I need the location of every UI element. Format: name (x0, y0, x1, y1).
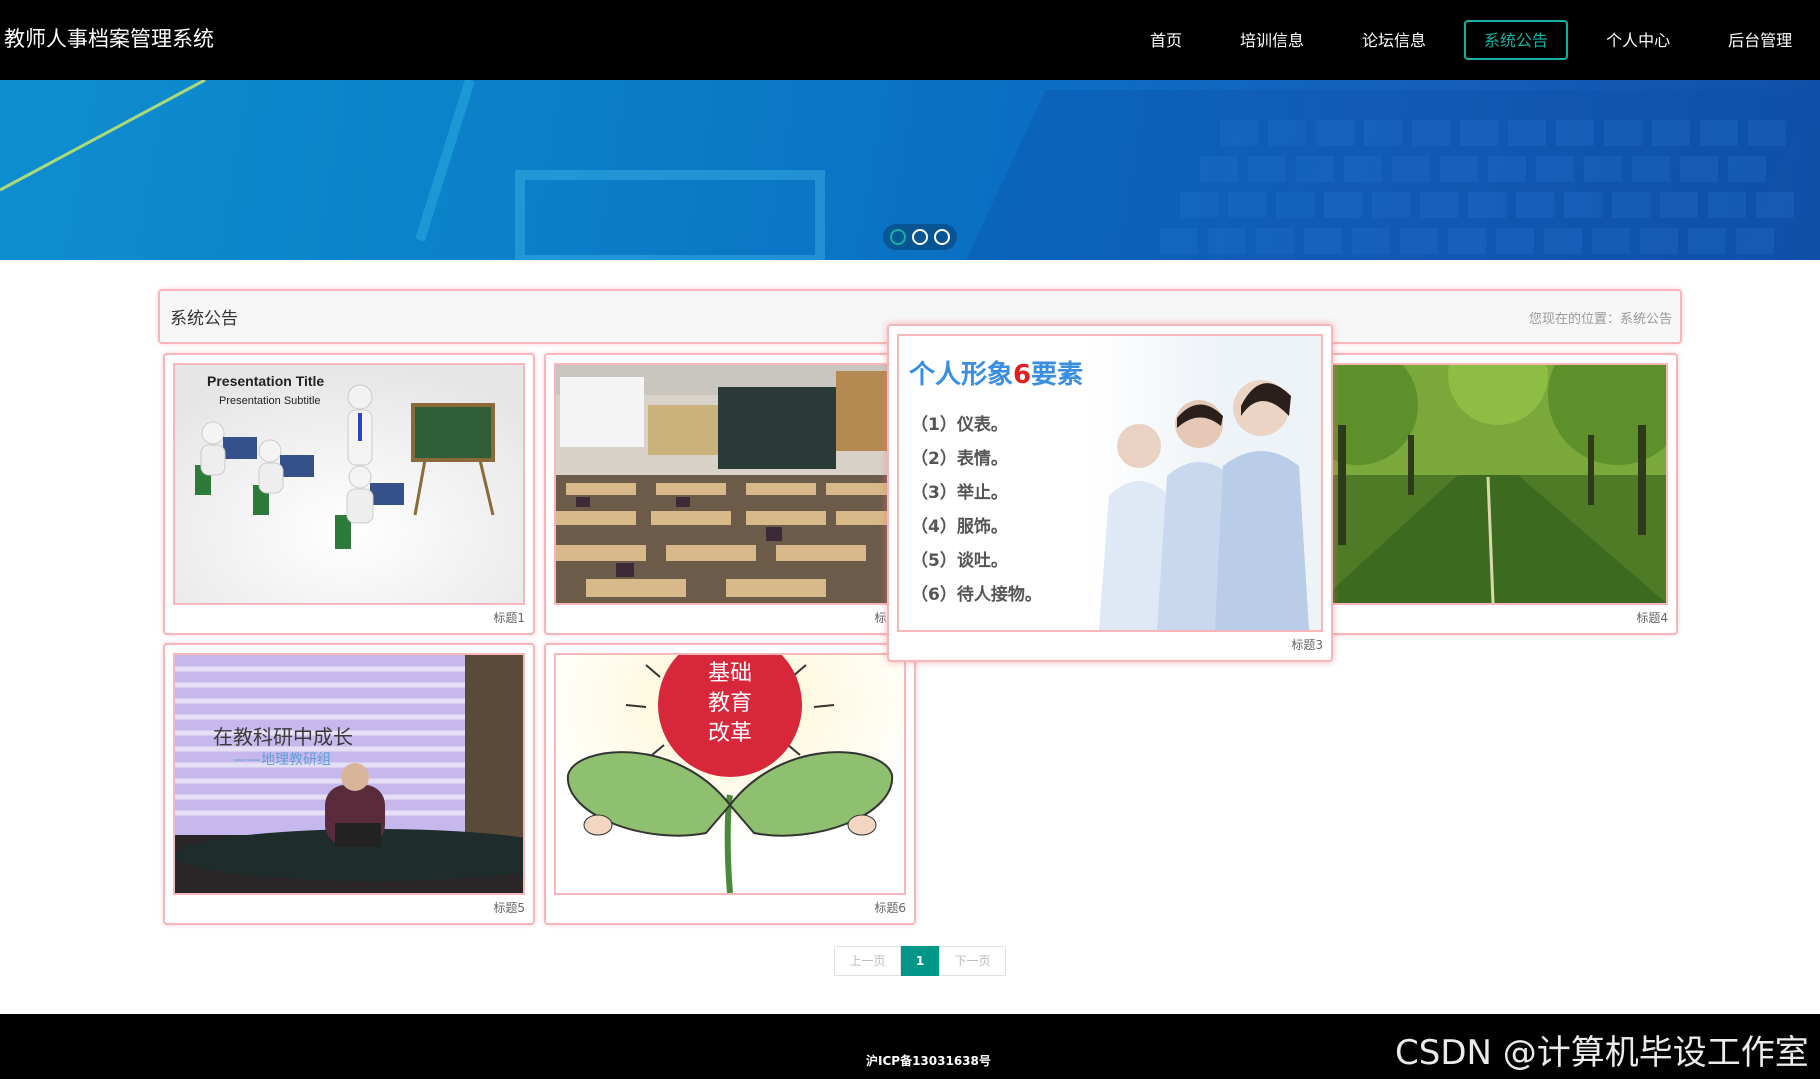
card-caption-4: 标题4 (1636, 611, 1668, 625)
reform-text-line-3: 改革 (707, 721, 752, 746)
image-heading-b: 要素 (1031, 360, 1084, 390)
notice-image-4 (1316, 363, 1668, 605)
nav-home[interactable]: 首页 (1130, 20, 1202, 60)
page-1-button[interactable]: 1 (901, 946, 939, 976)
image-heading-a: 个人形象 (909, 360, 1014, 390)
notice-image-2 (554, 363, 906, 605)
top-navbar: 教师人事档案管理系统 首页 培训信息 论坛信息 系统公告 个人中心 后台管理 客… (0, 0, 1820, 80)
notice-card-2[interactable]: 标题2 (544, 353, 916, 635)
image-heading-number: 6 (1013, 360, 1032, 390)
banner-carousel[interactable] (0, 80, 1820, 260)
carousel-dot-3[interactable] (934, 229, 950, 245)
carousel-dot-1[interactable] (890, 229, 906, 245)
notice-image-3: 个人形象6要素 （1）仪表。 （2）表情。 （3）举止。 （4）服饰。 （5）谈… (897, 334, 1323, 632)
slide-title-text: 在教科研中成长 (213, 725, 353, 749)
nav-personal-center[interactable]: 个人中心 (1586, 20, 1690, 60)
nav-training[interactable]: 培训信息 (1220, 20, 1324, 60)
nav-forum[interactable]: 论坛信息 (1342, 20, 1446, 60)
notice-card-6[interactable]: 基础 教育 改革 标题6 (544, 643, 916, 925)
classroom-photo (556, 365, 904, 603)
nav-admin[interactable]: 后台管理 (1708, 20, 1812, 60)
nav-notice[interactable]: 系统公告 (1464, 20, 1569, 60)
tree-lined-road-photo (1318, 365, 1666, 603)
notice-image-1: Presentation Title Presentation Subtitle (173, 363, 525, 605)
card-caption-5: 标题5 (493, 901, 525, 915)
carousel-dot-2[interactable] (912, 229, 928, 245)
image-item-3: （3）举止。 (911, 483, 1008, 503)
meeting-photo (175, 655, 523, 893)
card-caption-3: 标题3 (1291, 638, 1323, 652)
card-caption-1: 标题1 (493, 611, 525, 625)
notice-image-5: 在教科研中成长 ——地理教研组 (173, 653, 525, 895)
carousel-indicators (883, 224, 957, 250)
image-item-5: （5）谈吐。 (911, 551, 1008, 571)
image-item-6: （6）待人接物。 (911, 585, 1042, 605)
notice-card-5[interactable]: 在教科研中成长 ——地理教研组 标题5 (163, 643, 535, 925)
prev-page-button[interactable]: 上一页 (834, 946, 901, 976)
reform-text-line-2: 教育 (707, 691, 752, 716)
presentation-subtitle-text: Presentation Subtitle (219, 395, 321, 407)
pagination: 上一页 1 下一页 (834, 946, 1006, 976)
image-item-list: （1）仪表。 （2）表情。 （3）举止。 （4）服饰。 （5）谈吐。 （6）待人… (911, 408, 1042, 612)
card-caption-6: 标题6 (874, 901, 906, 915)
icp-record[interactable]: 沪ICP备13031638号 (866, 1052, 991, 1069)
reform-text-block: 基础 教育 改革 (704, 659, 756, 749)
presentation-title-text: Presentation Title (207, 373, 325, 389)
image-heading: 个人形象6要素 (909, 354, 1083, 391)
reform-text-line-1: 基础 (707, 661, 752, 686)
image-item-4: （4）服饰。 (911, 517, 1008, 537)
breadcrumb: 您现在的位置：系统公告 (1528, 312, 1672, 327)
watermark: CSDN @计算机毕设工作室 (1395, 1033, 1809, 1073)
notice-image-6: 基础 教育 改革 (554, 653, 906, 895)
site-title[interactable]: 教师人事档案管理系统 (4, 22, 214, 56)
image-item-2: （2）表情。 (911, 449, 1008, 469)
notice-card-4[interactable]: 标题4 (1306, 353, 1678, 635)
image-item-1: （1）仪表。 (911, 415, 1008, 435)
main-nav: 首页 培训信息 论坛信息 系统公告 个人中心 后台管理 客服 (1130, 20, 1820, 60)
section-title: 系统公告 (170, 309, 238, 329)
slide-subtitle-text: ——地理教研组 (233, 752, 331, 768)
next-page-button[interactable]: 下一页 (939, 946, 1006, 976)
notice-card-1[interactable]: Presentation Title Presentation Subtitle… (163, 353, 535, 635)
notice-card-3[interactable]: 个人形象6要素 （1）仪表。 （2）表情。 （3）举止。 （4）服饰。 （5）谈… (887, 324, 1333, 662)
